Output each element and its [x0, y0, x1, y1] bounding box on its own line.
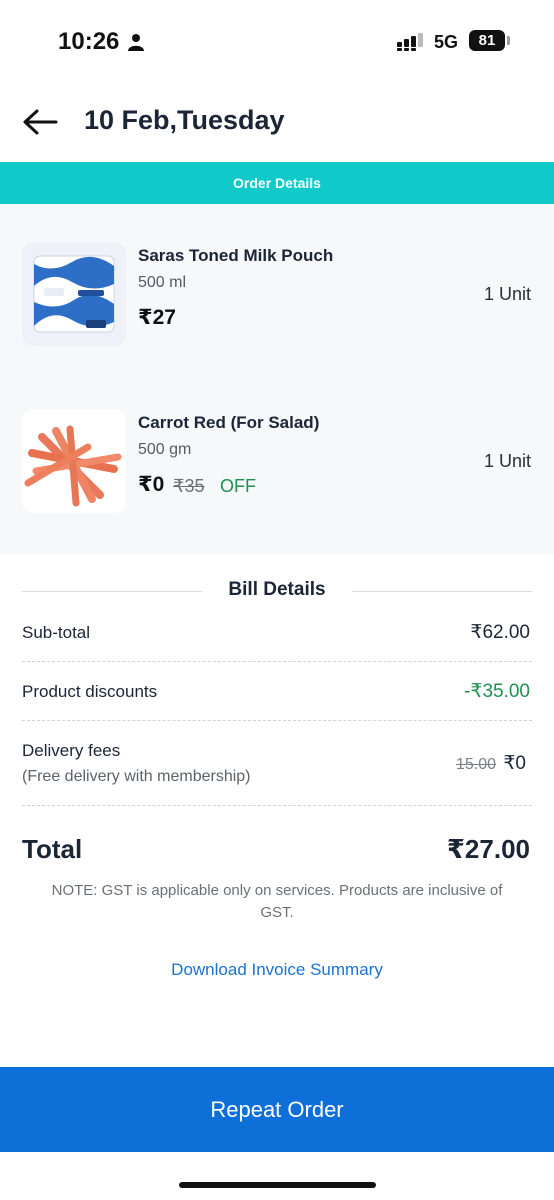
divider	[352, 591, 532, 592]
carrot-image	[24, 425, 122, 507]
item-quantity: 1 Unit	[483, 284, 531, 304]
signal-icon	[397, 33, 423, 51]
discount-label: Product discounts	[22, 682, 158, 701]
product-image-carrot	[22, 409, 126, 513]
item-name: Carrot Red (For Salad)	[138, 413, 320, 432]
item-size: 500 gm	[138, 441, 192, 458]
gst-note: NOTE: GST is applicable only on services…	[51, 882, 503, 921]
discount-row: Product discounts -₹35.00	[22, 680, 532, 710]
subtotal-label: Sub-total	[22, 623, 91, 642]
list-item: Carrot Red (For Salad) 500 gm ₹0 ₹35 OFF…	[0, 409, 554, 515]
item-original-price: ₹35	[173, 476, 205, 496]
bill-details-header: Bill Details	[22, 578, 532, 604]
order-details-banner: Order Details	[0, 162, 554, 204]
dashed-divider	[22, 720, 532, 721]
item-size: 500 ml	[138, 274, 187, 291]
total-value: ₹27.00	[446, 834, 530, 864]
list-item: Saras Toned Milk Pouch 500 ml ₹27 1 Unit	[0, 242, 554, 348]
item-name: Saras Toned Milk Pouch	[138, 246, 334, 265]
header: 10 Feb,Tuesday	[0, 95, 554, 155]
battery-icon: 81	[469, 30, 505, 51]
item-price: ₹0	[138, 473, 165, 496]
bill-details-title: Bill Details	[228, 579, 326, 600]
back-arrow-icon[interactable]	[22, 107, 58, 137]
order-items-section: Saras Toned Milk Pouch 500 ml ₹27 1 Unit…	[0, 204, 554, 554]
dashed-divider	[22, 805, 532, 806]
delivery-original-fee: 15.00	[455, 756, 496, 773]
total-label: Total	[22, 834, 83, 864]
battery-cap	[507, 36, 510, 45]
discount-value: -₹35.00	[464, 681, 530, 702]
delivery-note: (Free delivery with membership)	[22, 768, 251, 785]
subtotal-row: Sub-total ₹62.00	[22, 621, 532, 651]
page-title: 10 Feb,Tuesday	[84, 105, 285, 135]
item-price: ₹27	[138, 306, 176, 329]
delivery-label: Delivery fees	[22, 741, 121, 760]
repeat-order-button[interactable]: Repeat Order	[0, 1067, 554, 1152]
delivery-row: Delivery fees (Free delivery with member…	[22, 740, 532, 796]
item-quantity: 1 Unit	[483, 451, 531, 471]
item-discount-label: OFF	[220, 476, 256, 496]
dashed-divider	[22, 661, 532, 662]
subtotal-value: ₹62.00	[470, 622, 530, 643]
status-bar: 10:26 5G 81	[0, 0, 554, 84]
person-icon	[128, 34, 144, 51]
download-invoice-link[interactable]: Download Invoice Summary	[0, 960, 554, 980]
milk-pouch-image	[33, 255, 115, 333]
product-image-milk	[22, 242, 126, 346]
status-time: 10:26	[58, 28, 120, 55]
network-label: 5G	[434, 32, 459, 52]
home-indicator	[179, 1182, 376, 1188]
delivery-value: ₹0	[503, 753, 526, 774]
